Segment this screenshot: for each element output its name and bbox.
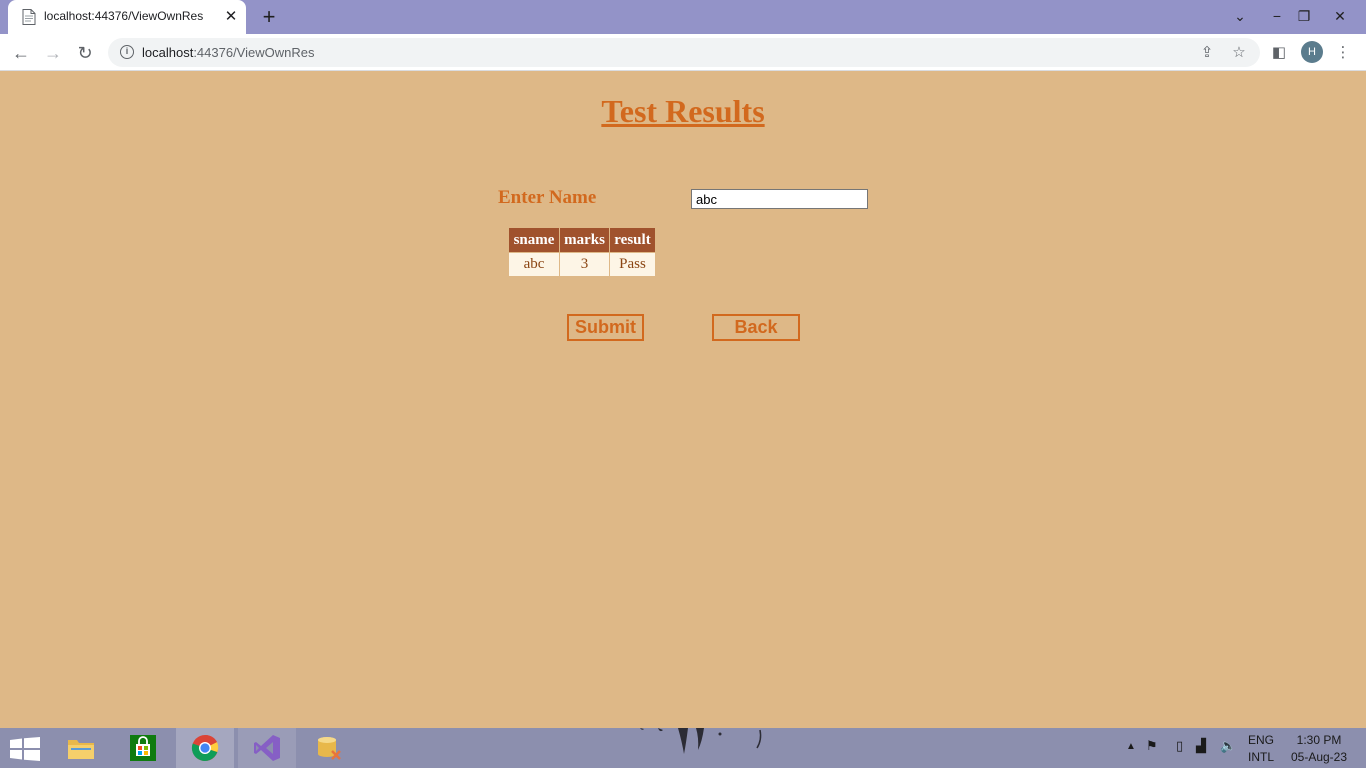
input-language[interactable]: ENG bbox=[1246, 733, 1276, 747]
url-host: localhost bbox=[142, 45, 194, 60]
site-info-icon[interactable]: i bbox=[120, 45, 134, 59]
results-table: sname marks result abc 3 Pass bbox=[508, 227, 656, 277]
back-button[interactable]: Back bbox=[712, 314, 800, 341]
back-arrow-icon[interactable]: ← bbox=[8, 40, 34, 66]
browser-tab[interactable]: localhost:44376/ViewOwnRes ✕ bbox=[8, 0, 246, 34]
restore-icon[interactable]: ❐ bbox=[1284, 0, 1324, 34]
clock-time[interactable]: 1:30 PM bbox=[1288, 733, 1350, 747]
column-header-result: result bbox=[610, 228, 655, 252]
close-tab-icon[interactable]: ✕ bbox=[222, 8, 240, 26]
share-icon[interactable]: ⇪ bbox=[1196, 42, 1218, 64]
profile-avatar[interactable]: H bbox=[1301, 41, 1323, 63]
column-header-marks: marks bbox=[560, 228, 609, 252]
network-icon[interactable]: ▟ bbox=[1196, 738, 1206, 754]
side-panel-icon[interactable]: ◧ bbox=[1266, 40, 1292, 66]
forward-arrow-icon[interactable]: → bbox=[40, 40, 66, 66]
address-bar[interactable]: i localhost:44376/ViewOwnRes ⇪ ☆ bbox=[108, 38, 1260, 67]
url-text[interactable]: localhost:44376/ViewOwnRes bbox=[142, 45, 314, 60]
bookmark-star-icon[interactable]: ☆ bbox=[1228, 42, 1250, 64]
folder-icon bbox=[68, 740, 94, 759]
taskbar-database-tool[interactable] bbox=[300, 728, 358, 768]
windows-start-icon[interactable] bbox=[10, 737, 40, 761]
reload-icon[interactable]: ↻ bbox=[72, 40, 98, 66]
close-window-icon[interactable]: ✕ bbox=[1320, 0, 1360, 34]
volume-icon[interactable]: 🔈 bbox=[1220, 738, 1236, 754]
taskbar-store[interactable] bbox=[114, 728, 172, 768]
chrome-icon bbox=[191, 734, 219, 762]
url-path: :44376/ViewOwnRes bbox=[193, 45, 315, 60]
show-hidden-icons[interactable]: ▲ bbox=[1126, 741, 1136, 752]
page-content: Test Results Enter Name sname marks resu… bbox=[0, 71, 1366, 728]
new-tab-icon[interactable]: + bbox=[258, 6, 280, 28]
database-tool-icon bbox=[318, 737, 341, 760]
tab-title: localhost:44376/ViewOwnRes bbox=[44, 9, 204, 23]
clock-date[interactable]: 05-Aug-23 bbox=[1288, 750, 1350, 764]
cell-result: Pass bbox=[610, 253, 655, 276]
store-bag-icon bbox=[130, 735, 156, 761]
table-header-row: sname marks result bbox=[509, 228, 655, 252]
cell-marks: 3 bbox=[560, 253, 609, 276]
taskbar-chrome[interactable] bbox=[176, 728, 234, 768]
taskbar-file-explorer[interactable] bbox=[52, 728, 110, 768]
action-center-flag-icon[interactable]: ⚑ bbox=[1146, 738, 1158, 754]
wallpaper-splash bbox=[640, 728, 762, 754]
battery-icon[interactable]: ▯ bbox=[1176, 738, 1183, 754]
table-row: abc 3 Pass bbox=[509, 253, 655, 276]
taskbar-visual-studio[interactable] bbox=[238, 728, 296, 768]
tab-search-icon[interactable]: ⌄ bbox=[1220, 0, 1260, 34]
visual-studio-icon bbox=[254, 735, 280, 761]
browser-titlebar: localhost:44376/ViewOwnRes ✕ + ⌄ − ❐ ✕ bbox=[0, 0, 1366, 34]
cell-sname: abc bbox=[509, 253, 559, 276]
submit-button[interactable]: Submit bbox=[567, 314, 644, 341]
browser-toolbar: ← → ↻ i localhost:44376/ViewOwnRes ⇪ ☆ ◧… bbox=[0, 34, 1366, 71]
name-input[interactable] bbox=[691, 189, 868, 209]
page-title: Test Results bbox=[601, 93, 765, 129]
name-label: Enter Name bbox=[498, 187, 597, 208]
menu-kebab-icon[interactable]: ⋮ bbox=[1330, 40, 1356, 66]
keyboard-layout[interactable]: INTL bbox=[1246, 750, 1276, 764]
column-header-sname: sname bbox=[509, 228, 559, 252]
taskbar: ▲ ⚑ ▯ ▟ 🔈 ENG INTL 1:30 PM 05-Aug-23 bbox=[0, 728, 1366, 768]
page-icon bbox=[22, 9, 36, 25]
